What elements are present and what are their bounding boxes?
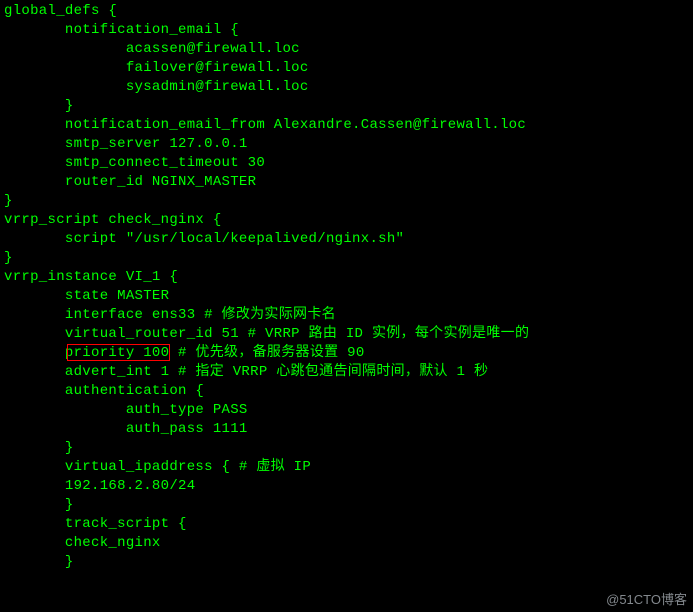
config-file-content: global_defs { notification_email { acass…: [0, 0, 693, 576]
code-line: 192.168.2.80/24: [4, 477, 689, 496]
code-line: auth_type PASS: [4, 401, 689, 420]
code-line: authentication {: [4, 382, 689, 401]
code-line: }: [4, 553, 689, 572]
code-line: }: [4, 192, 689, 211]
code-line: advert_int 1 # 指定 VRRP 心跳包通告间隔时间，默认 1 秒: [4, 363, 689, 382]
code-line: track_script {: [4, 515, 689, 534]
code-line: }: [4, 439, 689, 458]
code-line: acassen@firewall.loc: [4, 40, 689, 59]
code-line: smtp_server 127.0.0.1: [4, 135, 689, 154]
code-line: state MASTER: [4, 287, 689, 306]
code-line: sysadmin@firewall.loc: [4, 78, 689, 97]
code-line: notification_email {: [4, 21, 689, 40]
code-line: smtp_connect_timeout 30: [4, 154, 689, 173]
code-line: virtual_ipaddress { # 虚拟 IP: [4, 458, 689, 477]
watermark-text: @51CTO博客: [606, 589, 687, 608]
code-line: vrrp_script check_nginx {: [4, 211, 689, 230]
code-line: priority 100 # 优先级，备服务器设置 90: [4, 344, 689, 363]
code-line: failover@firewall.loc: [4, 59, 689, 78]
code-line: }: [4, 496, 689, 515]
code-line: }: [4, 249, 689, 268]
code-line: check_nginx: [4, 534, 689, 553]
code-line: notification_email_from Alexandre.Cassen…: [4, 116, 689, 135]
code-line: router_id NGINX_MASTER: [4, 173, 689, 192]
code-line: vrrp_instance VI_1 {: [4, 268, 689, 287]
code-line: auth_pass 1111: [4, 420, 689, 439]
code-line: }: [4, 97, 689, 116]
code-line: script "/usr/local/keepalived/nginx.sh": [4, 230, 689, 249]
code-line: interface ens33 # 修改为实际网卡名: [4, 306, 689, 325]
code-line: virtual_router_id 51 # VRRP 路由 ID 实例，每个实…: [4, 325, 689, 344]
code-line: global_defs {: [4, 2, 689, 21]
